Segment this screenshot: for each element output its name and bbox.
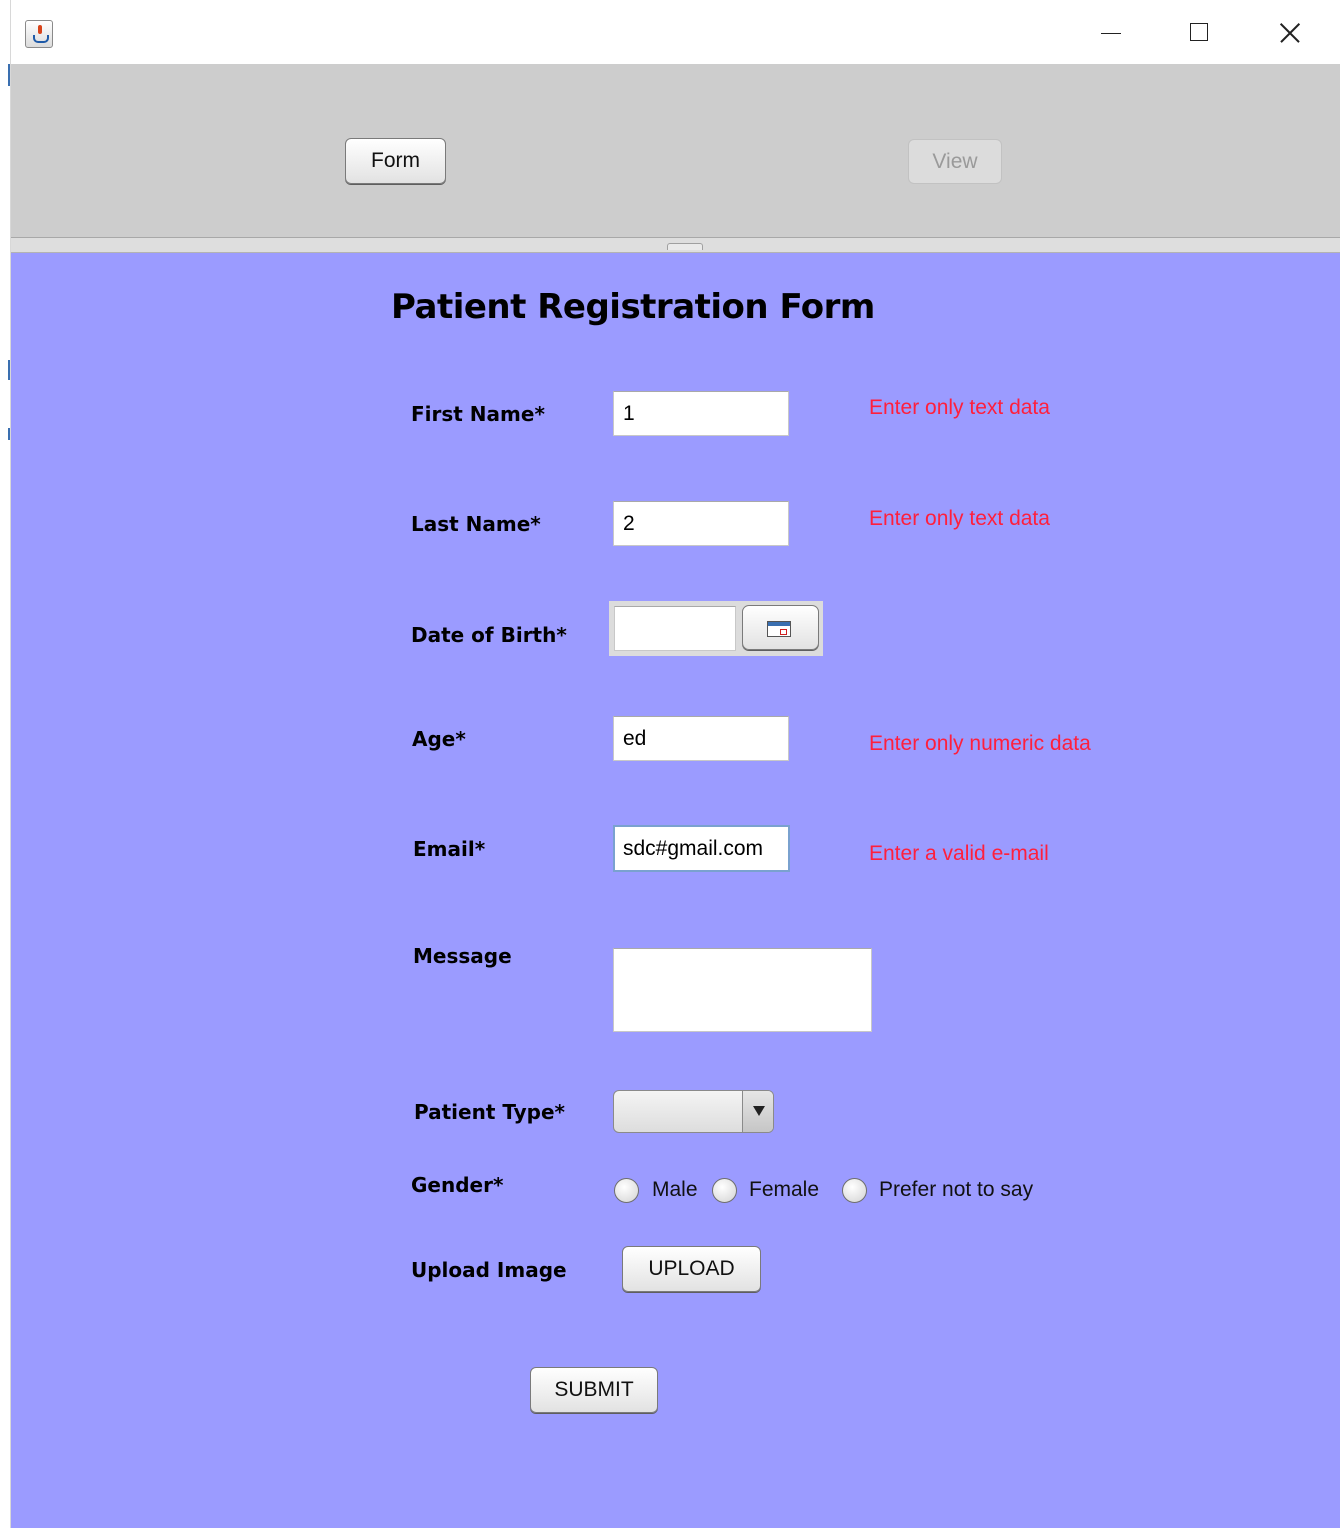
split-pane-divider[interactable] <box>11 237 1340 253</box>
maximize-icon <box>1190 23 1208 41</box>
dob-label: Date of Birth* <box>411 623 567 647</box>
first-name-label: First Name* <box>411 402 545 426</box>
close-button[interactable] <box>1265 8 1311 56</box>
first-name-error: Enter only text data <box>869 396 1050 419</box>
email-error: Enter a valid e-mail <box>869 842 1049 865</box>
gender-male-radio[interactable] <box>614 1178 639 1203</box>
gender-male-label[interactable]: Male <box>652 1178 698 1202</box>
dob-input[interactable] <box>614 606 736 651</box>
last-name-error: Enter only text data <box>869 507 1050 530</box>
gender-label: Gender* <box>411 1173 504 1197</box>
patient-type-select[interactable] <box>613 1090 774 1133</box>
last-name-input[interactable] <box>613 501 789 546</box>
email-label: Email* <box>413 837 486 861</box>
patient-type-label: Patient Type* <box>414 1100 566 1124</box>
navigation-panel: Form View <box>11 64 1340 237</box>
title-bar <box>11 0 1340 64</box>
minimize-icon <box>1101 33 1121 34</box>
divider-grip-icon[interactable] <box>667 243 703 250</box>
gender-prefer-not-radio[interactable] <box>842 1178 867 1203</box>
java-cup-icon <box>25 20 53 48</box>
gender-prefer-not-label[interactable]: Prefer not to say <box>879 1178 1033 1202</box>
submit-button[interactable]: SUBMIT <box>530 1367 658 1413</box>
age-error: Enter only numeric data <box>869 732 1091 755</box>
registration-form-panel <box>11 253 1340 1528</box>
age-label: Age* <box>412 727 466 751</box>
message-label: Message <box>413 944 512 968</box>
chevron-down-icon[interactable] <box>742 1091 773 1132</box>
calendar-button[interactable] <box>742 605 819 650</box>
left-window-edge <box>0 0 11 1528</box>
email-input[interactable] <box>613 825 790 872</box>
upload-button[interactable]: UPLOAD <box>622 1246 761 1292</box>
calendar-icon <box>767 621 791 637</box>
age-input[interactable] <box>613 716 789 761</box>
upload-image-label: Upload Image <box>411 1258 567 1282</box>
form-button[interactable]: Form <box>345 138 446 184</box>
date-picker <box>609 601 823 656</box>
last-name-label: Last Name* <box>411 512 541 536</box>
gender-female-radio[interactable] <box>712 1178 737 1203</box>
view-button[interactable]: View <box>908 139 1002 184</box>
message-textarea[interactable] <box>613 948 872 1032</box>
maximize-button[interactable] <box>1176 8 1222 56</box>
gender-female-label[interactable]: Female <box>749 1178 819 1202</box>
first-name-input[interactable] <box>613 391 789 436</box>
minimize-button[interactable] <box>1089 8 1135 56</box>
form-title: Patient Registration Form <box>391 287 875 327</box>
